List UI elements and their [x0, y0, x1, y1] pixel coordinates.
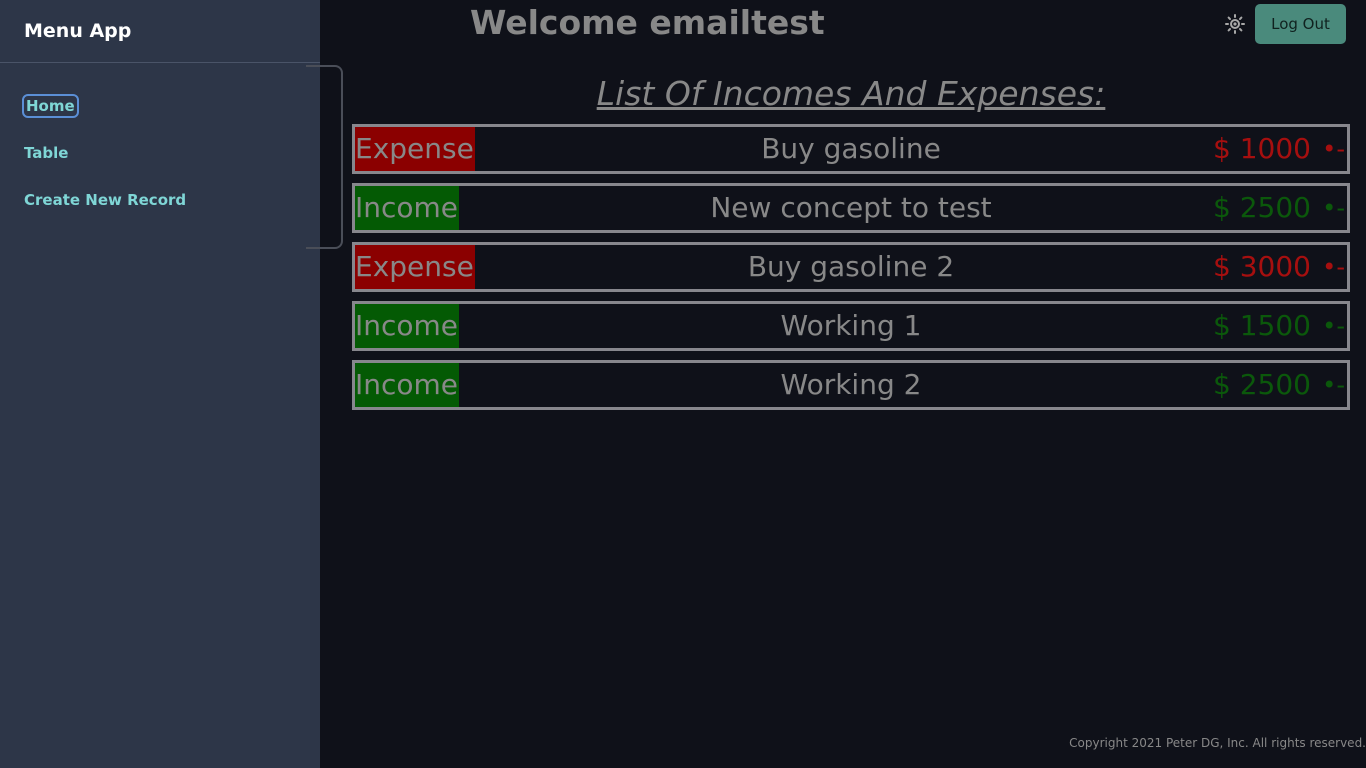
sidebar-item-table[interactable]: Table	[24, 144, 68, 162]
list-heading: List Of Incomes And Expenses:	[596, 74, 1106, 113]
record-amount: $ 1500	[1213, 309, 1311, 342]
records-list: Expense Buy gasoline $ 1000 •- Income Ne…	[352, 124, 1350, 419]
record-concept: Working 1	[780, 309, 922, 342]
record-row[interactable]: Expense Buy gasoline 2 $ 3000 •-	[352, 242, 1350, 292]
record-amount: $ 2500	[1213, 191, 1311, 224]
record-action[interactable]: •-	[1322, 304, 1345, 348]
record-amount: $ 2500	[1213, 368, 1311, 401]
copyright-footer: Copyright 2021 Peter DG, Inc. All rights…	[1069, 736, 1366, 750]
record-row[interactable]: Expense Buy gasoline $ 1000 •-	[352, 124, 1350, 174]
record-action[interactable]: •-	[1322, 186, 1345, 230]
record-concept: New concept to test	[710, 191, 992, 224]
sun-icon[interactable]	[1224, 13, 1246, 35]
sidebar-divider	[0, 62, 320, 63]
sidebar-title: Menu App	[24, 20, 132, 42]
record-amount: $ 3000	[1213, 250, 1311, 283]
page-title: Welcome emailtest	[470, 3, 825, 42]
record-row[interactable]: Income Working 1 $ 1500 •-	[352, 301, 1350, 351]
record-row[interactable]: Income Working 2 $ 2500 •-	[352, 360, 1350, 410]
record-row[interactable]: Income New concept to test $ 2500 •-	[352, 183, 1350, 233]
record-concept: Buy gasoline 2	[747, 250, 955, 283]
sidebar-item-create-new-record[interactable]: Create New Record	[24, 191, 186, 209]
log-out-button[interactable]: Log Out	[1255, 4, 1346, 44]
drawer-edge	[306, 65, 343, 249]
sidebar: Menu App Home Table Create New Record	[0, 0, 320, 768]
record-amount: $ 1000	[1213, 132, 1311, 165]
record-concept: Buy gasoline	[761, 132, 941, 165]
record-action[interactable]: •-	[1322, 127, 1345, 171]
record-concept: Working 2	[780, 368, 922, 401]
record-action[interactable]: •-	[1322, 245, 1345, 289]
record-action[interactable]: •-	[1322, 363, 1345, 407]
sidebar-item-home[interactable]: Home	[22, 94, 79, 118]
